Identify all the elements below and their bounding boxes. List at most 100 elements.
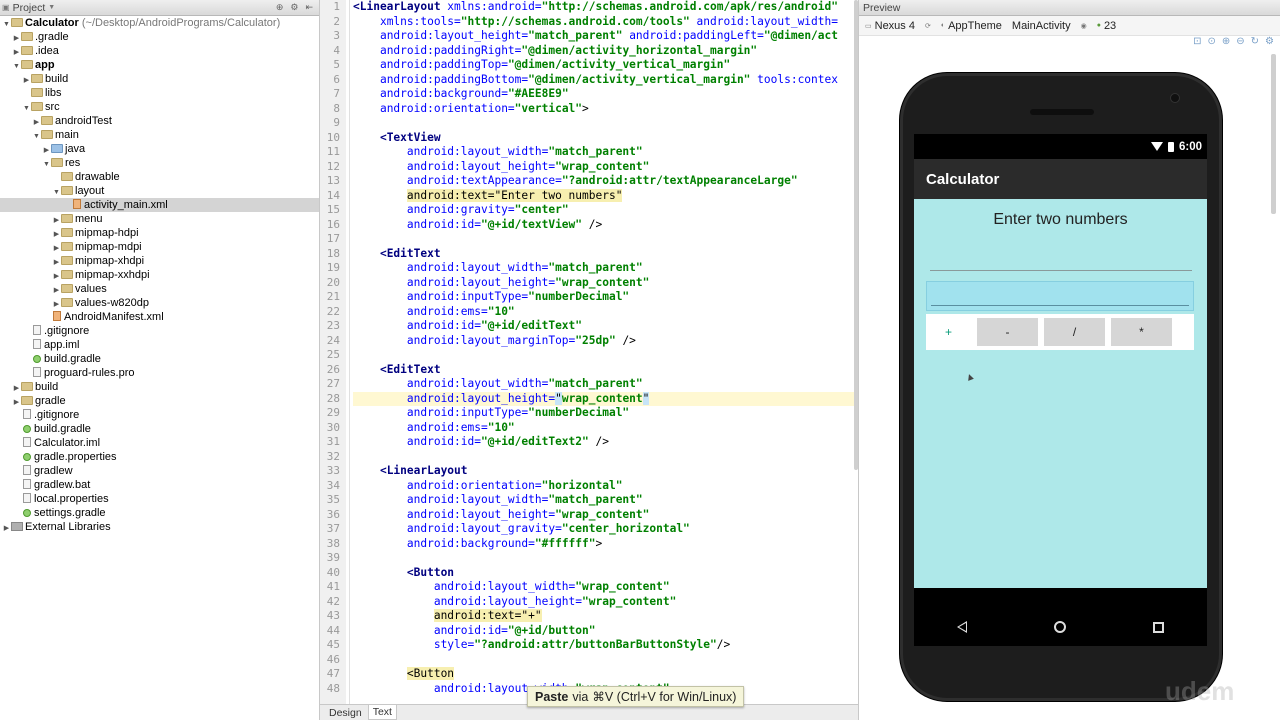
tree-item[interactable]: ▶ build: [0, 380, 319, 394]
tree-item[interactable]: ▶ External Libraries: [0, 520, 319, 534]
tree-item[interactable]: libs: [0, 86, 319, 100]
divide-button[interactable]: /: [1044, 318, 1105, 346]
collapsed-arrow-icon[interactable]: ▶: [2, 522, 11, 536]
edit-text-2[interactable]: [926, 281, 1194, 311]
code-line[interactable]: android:layout_width="wrap_content": [353, 580, 670, 595]
code-line[interactable]: android:layout_marginTop="25dp" />: [353, 334, 636, 349]
code-line[interactable]: <EditText: [353, 363, 441, 378]
tree-item[interactable]: ▶ .gradle: [0, 30, 319, 44]
recents-icon[interactable]: [1152, 621, 1164, 633]
zoom-in-icon[interactable]: ⊕: [1222, 36, 1230, 50]
edit-text-1[interactable]: [930, 257, 1192, 271]
code-line[interactable]: android:layout_height="match_parent" and…: [353, 29, 838, 44]
code-line[interactable]: android:paddingRight="@dimen/activity_ho…: [353, 44, 757, 59]
project-panel-title[interactable]: ▣ Project ▼: [2, 2, 55, 14]
tree-item[interactable]: ▼ Calculator (~/Desktop/AndroidPrograms/C…: [0, 16, 319, 30]
code-editor[interactable]: 1 2 3 4 5 6 7 8 9 10 11 12 13 14 15 16 17 18 19 20 21 22 23 24 2…: [320, 0, 858, 720]
chevron-down-icon[interactable]: ▼: [48, 4, 55, 11]
code-line[interactable]: <LinearLayout xmlns:android="http://sche…: [353, 0, 838, 15]
code-line[interactable]: android:layout_height="wrap_content": [353, 160, 649, 175]
tree-item[interactable]: ▶ .idea: [0, 44, 319, 58]
code-line[interactable]: android:layout_height="wrap_content": [353, 276, 649, 291]
preview-scrollbar[interactable]: [1271, 54, 1276, 214]
tree-item[interactable]: ▶ mipmap-hdpi: [0, 226, 319, 240]
zoom-out-icon[interactable]: ⊖: [1236, 36, 1244, 50]
tree-item[interactable]: activity_main.xml: [0, 198, 319, 212]
code-line[interactable]: android:ems="10": [353, 421, 515, 436]
refresh-icon[interactable]: ↻: [1251, 36, 1259, 50]
code-line[interactable]: android:id="@+id/button": [353, 624, 596, 639]
code-line[interactable]: android:text="+": [353, 609, 542, 624]
code-line[interactable]: android:inputType="numberDecimal": [353, 406, 629, 421]
code-line[interactable]: <Button: [353, 667, 455, 682]
tree-item[interactable]: .gitignore: [0, 324, 319, 338]
sync-icon[interactable]: ⊕: [276, 2, 284, 13]
tree-item[interactable]: ▼ main: [0, 128, 319, 142]
tree-item[interactable]: ▶ mipmap-mdpi: [0, 240, 319, 254]
code-line[interactable]: android:orientation="horizontal": [353, 479, 623, 494]
tree-item[interactable]: AndroidManifest.xml: [0, 310, 319, 324]
code-line[interactable]: <TextView: [353, 131, 441, 146]
code-line[interactable]: android:layout_height="wrap_content": [353, 595, 676, 610]
tree-item[interactable]: ▶ build: [0, 72, 319, 86]
back-icon[interactable]: [957, 621, 968, 633]
code-line[interactable]: android:orientation="vertical">: [353, 102, 589, 117]
tree-item[interactable]: Calculator.iml: [0, 436, 319, 450]
tree-item[interactable]: .gitignore: [0, 408, 319, 422]
code-line[interactable]: xmlns:tools="http://schemas.android.com/…: [353, 15, 838, 30]
code-line[interactable]: android:paddingTop="@dimen/activity_vert…: [353, 58, 730, 73]
code-line[interactable]: android:layout_height="wrap_content": [353, 391, 858, 406]
zoom-actual-icon[interactable]: ⊙: [1207, 36, 1215, 50]
code-line[interactable]: android:layout_width="match_parent": [353, 145, 643, 160]
code-line[interactable]: android:ems="10": [353, 305, 515, 320]
tree-item[interactable]: drawable: [0, 170, 319, 184]
home-icon[interactable]: [1053, 621, 1066, 633]
code-line[interactable]: <Button: [353, 566, 454, 581]
tree-item[interactable]: build.gradle: [0, 352, 319, 366]
plus-button[interactable]: +: [926, 318, 971, 346]
hide-icon[interactable]: ⇤: [305, 2, 313, 13]
multiply-button[interactable]: *: [1111, 318, 1172, 346]
tree-item[interactable]: ▶ gradle: [0, 394, 319, 408]
tree-item[interactable]: ▶ menu: [0, 212, 319, 226]
tree-item[interactable]: ▶ java: [0, 142, 319, 156]
tree-item[interactable]: ▶ androidTest: [0, 114, 319, 128]
tree-item[interactable]: proguard-rules.pro: [0, 366, 319, 380]
locale-selector[interactable]: ◉: [1081, 22, 1087, 30]
api-selector[interactable]: ● 23: [1097, 20, 1116, 32]
code-line[interactable]: android:layout_width="match_parent": [353, 493, 643, 508]
device-selector[interactable]: ▭ Nexus 4: [865, 20, 915, 32]
code-area[interactable]: <LinearLayout xmlns:android="http://sche…: [353, 0, 858, 704]
tree-item[interactable]: ▶ values: [0, 282, 319, 296]
settings-icon[interactable]: ⚙: [1265, 36, 1274, 50]
code-line[interactable]: <LinearLayout: [353, 464, 468, 479]
activity-selector[interactable]: MainActivity: [1012, 20, 1071, 32]
theme-selector[interactable]: ◐ AppTheme: [941, 20, 1002, 32]
tree-item[interactable]: ▼ layout: [0, 184, 319, 198]
tree-item[interactable]: build.gradle: [0, 422, 319, 436]
tree-item[interactable]: ▶ mipmap-xhdpi: [0, 254, 319, 268]
code-line[interactable]: android:inputType="numberDecimal": [353, 290, 629, 305]
code-line[interactable]: android:gravity="center": [353, 203, 569, 218]
tree-item[interactable]: ▼ res: [0, 156, 319, 170]
code-line[interactable]: style="?android:attr/buttonBarButtonStyl…: [353, 638, 730, 653]
code-line[interactable]: android:text="Enter two numbers": [353, 188, 623, 204]
tree-item[interactable]: ▼ src: [0, 100, 319, 114]
tree-item[interactable]: gradlew.bat: [0, 478, 319, 492]
settings-icon[interactable]: ⚙: [290, 2, 298, 13]
code-line[interactable]: android:id="@+id/editText": [353, 319, 582, 334]
code-line[interactable]: android:paddingBottom="@dimen/activity_v…: [353, 73, 838, 88]
tree-item[interactable]: gradlew: [0, 464, 319, 478]
tree-item[interactable]: ▼ app: [0, 58, 319, 72]
code-line[interactable]: android:id="@+id/textView" />: [353, 218, 602, 233]
code-line[interactable]: android:background="#ffffff">: [353, 537, 602, 552]
orientation-selector[interactable]: ⟳: [925, 22, 931, 30]
tree-item[interactable]: ▶ values-w820dp: [0, 296, 319, 310]
tree-item[interactable]: gradle.properties: [0, 450, 319, 464]
code-line[interactable]: android:textAppearance="?android:attr/te…: [353, 174, 798, 189]
code-line[interactable]: android:layout_width="match_parent": [353, 261, 643, 276]
zoom-fit-icon[interactable]: ⊡: [1193, 36, 1201, 50]
code-line[interactable]: android:layout_width="match_parent": [353, 377, 643, 392]
code-line[interactable]: <EditText: [353, 247, 441, 262]
code-line[interactable]: android:id="@+id/editText2" />: [353, 435, 609, 450]
